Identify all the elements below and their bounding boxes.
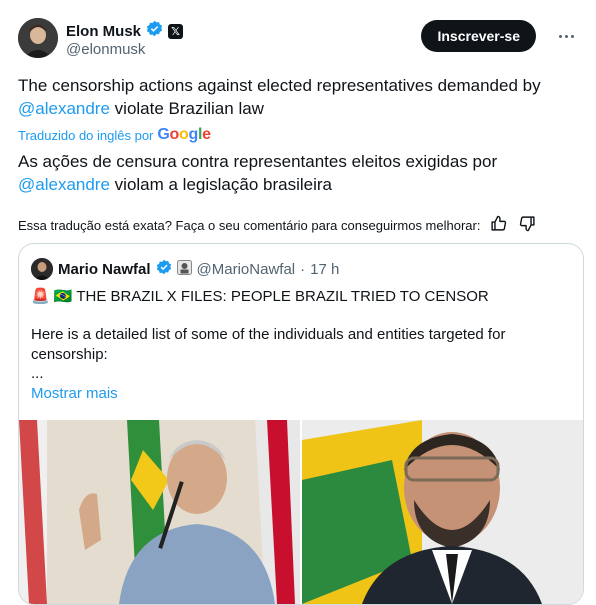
media-photo-left[interactable] xyxy=(19,420,300,604)
quoted-verified-badge-icon xyxy=(156,259,172,279)
media-photo-right[interactable] xyxy=(302,420,583,604)
quoted-headline-text: THE BRAZIL X FILES: PEOPLE BRAZIL TRIED … xyxy=(76,287,489,305)
quoted-author-name[interactable]: Mario Nawfal xyxy=(58,261,151,278)
quoted-body: Here is a detailed list of some of the i… xyxy=(31,326,506,363)
thumbs-down-icon[interactable] xyxy=(519,215,536,235)
quoted-media[interactable] xyxy=(19,420,583,604)
mention-link[interactable]: @alexandre xyxy=(18,99,110,118)
thumbs-up-icon[interactable] xyxy=(490,215,507,235)
tweet-text: The censorship actions against elected r… xyxy=(18,74,578,120)
author-handle[interactable]: @elonmusk xyxy=(66,41,145,58)
translated-label: Traduzido do inglês por xyxy=(18,127,154,143)
google-logo: Google xyxy=(157,126,211,143)
quoted-tweet-header: Mario Nawfal @MarioNawfal · 17 h xyxy=(31,258,339,280)
quoted-tweet[interactable]: Mario Nawfal @MarioNawfal · 17 h 🚨 🇧🇷 TH… xyxy=(18,243,584,605)
translated-by[interactable]: Traduzido do inglês por Google xyxy=(18,126,211,144)
x-affiliate-icon: 𝕏 xyxy=(168,23,184,39)
tweet-text-pre: The censorship actions against elected r… xyxy=(18,76,541,95)
siren-emoji: 🚨 xyxy=(31,288,50,305)
brazil-flag-emoji: 🇧🇷 xyxy=(53,288,73,305)
quoted-timestamp[interactable]: 17 h xyxy=(310,261,339,278)
more-options-icon[interactable] xyxy=(554,26,578,46)
quoted-affiliate-badge-icon xyxy=(176,259,192,279)
verified-badge-icon xyxy=(146,20,163,42)
quoted-headline: 🚨 🇧🇷 THE BRAZIL X FILES: PEOPLE BRAZIL T… xyxy=(31,287,489,306)
author-name[interactable]: Elon Musk xyxy=(66,23,141,40)
translation-mention-link[interactable]: @alexandre xyxy=(18,175,110,194)
quoted-author-avatar[interactable] xyxy=(31,258,53,280)
author-avatar[interactable] xyxy=(18,18,58,58)
quoted-author-handle[interactable]: @MarioNawfal xyxy=(197,261,296,278)
show-more-link[interactable]: Mostrar mais xyxy=(31,385,118,402)
translation-text: As ações de censura contra representante… xyxy=(18,150,578,196)
tweet-text-post: violate Brazilian law xyxy=(109,99,264,118)
translation-text-post: violam a legislação brasileira xyxy=(109,175,332,194)
subscribe-button[interactable]: Inscrever-se xyxy=(421,20,536,52)
translation-feedback: Essa tradução está exata? Faça o seu com… xyxy=(18,214,578,236)
quoted-ellipsis: ... xyxy=(31,365,44,382)
translation-text-pre: As ações de censura contra representante… xyxy=(18,152,498,171)
feedback-text: Essa tradução está exata? Faça o seu com… xyxy=(18,217,481,233)
author-name-row: Elon Musk 𝕏 xyxy=(66,20,184,42)
separator-dot: · xyxy=(300,260,306,278)
tweet-header: Elon Musk 𝕏 @elonmusk Inscrever-se xyxy=(18,16,578,60)
